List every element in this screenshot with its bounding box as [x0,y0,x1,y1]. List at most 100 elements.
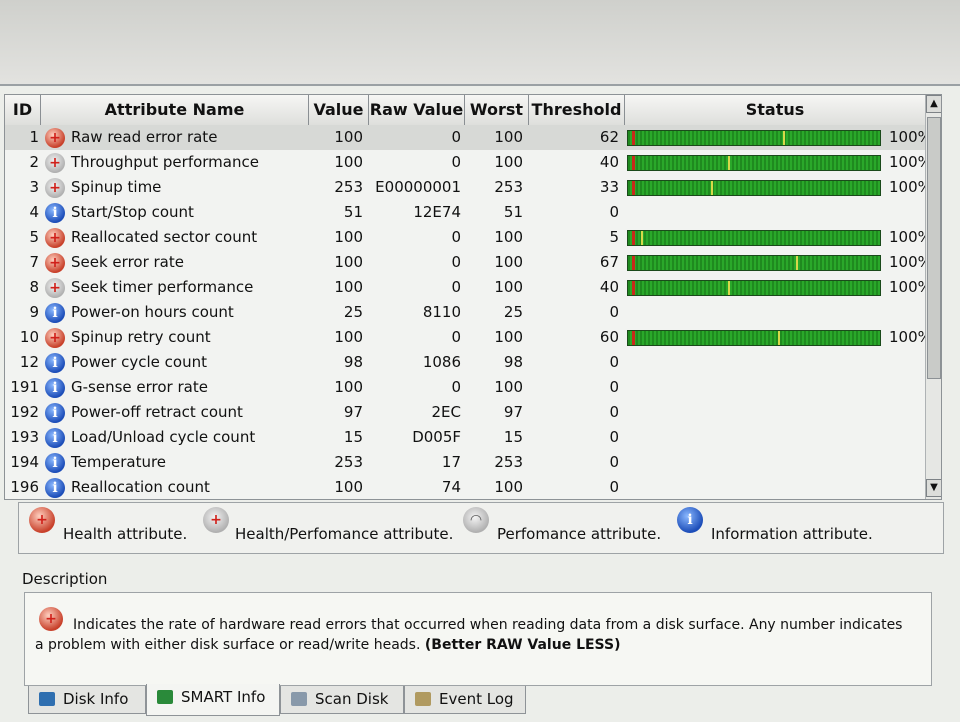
attribute-threshold: 0 [609,403,619,421]
table-row[interactable]: 10 + Spinup retry count 100 0 100 60 100% [5,325,932,350]
attribute-value: 100 [334,253,363,271]
attribute-value: 100 [334,128,363,146]
table-row[interactable]: 3 + Spinup time 253 E00000001 253 33 100% [5,175,932,200]
status-bar-threshold-mark [728,156,730,170]
tab-event-log[interactable]: Event Log [404,686,526,714]
information-icon: i [677,507,703,533]
attribute-raw-value: 1086 [422,353,461,371]
legend-information-label: Information attribute. [711,525,873,543]
health-icon: + [45,128,65,148]
col-name-header[interactable]: Attribute Name [41,95,309,125]
table-row[interactable]: 1 + Raw read error rate 100 0 100 62 100% [5,125,932,150]
table-row[interactable]: 2 + Throughput performance 100 0 100 40 100% [5,150,932,175]
information-icon: i [45,203,65,223]
attribute-name: Power cycle count [71,353,207,371]
background-top [0,0,960,86]
attribute-value: 253 [334,178,363,196]
table-row[interactable]: 193 i Load/Unload cycle count 15 D005F 15 0 [5,425,927,450]
attribute-raw-value: 0 [451,153,461,171]
status-bar [627,330,881,346]
health-performance-icon: + [45,178,65,198]
scroll-thumb[interactable] [927,117,941,379]
attribute-value: 100 [334,153,363,171]
attribute-name: Temperature [71,453,167,471]
tab-smart-info-label: SMART Info [181,688,266,706]
tab-disk-info[interactable]: Disk Info [28,686,146,714]
status-bar-threshold-mark [711,181,713,195]
tab-event-log-label: Event Log [439,690,514,708]
scroll-down-button[interactable]: ▼ [926,479,941,497]
col-status-header[interactable]: Status [625,95,925,125]
tab-scan-disk[interactable]: Scan Disk [280,686,404,714]
status-bar-threshold-mark [728,281,730,295]
information-icon: i [45,478,65,498]
attribute-worst: 97 [503,403,523,421]
vertical-scrollbar[interactable]: ▲ ▼ [925,95,941,499]
attribute-value: 253 [334,453,363,471]
attribute-threshold: 60 [599,328,619,346]
bottom-tabs: Disk Info SMART Info Scan Disk Event Log [28,684,548,718]
tab-disk-info-label: Disk Info [63,690,129,708]
col-id-header[interactable]: ID [5,95,41,125]
attribute-threshold: 0 [609,453,619,471]
description-label: Description [22,570,108,588]
col-worst-header[interactable]: Worst [465,95,529,125]
tab-smart-info[interactable]: SMART Info [146,684,280,716]
attribute-id: 193 [10,428,39,446]
table-row[interactable]: 196 i Reallocation count 100 74 100 0 [5,475,927,499]
status-bar [627,230,881,246]
col-value-header[interactable]: Value [309,95,369,125]
information-icon: i [45,428,65,448]
table-row[interactable]: 191 i G-sense error rate 100 0 100 0 [5,375,927,400]
information-icon: i [45,403,65,423]
table-row[interactable]: 7 + Seek error rate 100 0 100 67 100% [5,250,932,275]
table-row[interactable]: 9 i Power-on hours count 25 8110 25 0 [5,300,927,325]
attribute-worst: 98 [503,353,523,371]
table-row[interactable]: 12 i Power cycle count 98 1086 98 0 [5,350,927,375]
attribute-worst: 51 [503,203,523,221]
table-row[interactable]: 194 i Temperature 253 17 253 0 [5,450,927,475]
smart-window: ID Attribute Name Value Raw Value Worst … [0,84,960,722]
legend-health-label: Health attribute. [63,525,188,543]
attribute-id: 10 [19,328,39,346]
attribute-value: 15 [343,428,363,446]
attribute-name: Reallocated sector count [71,228,258,246]
table-row[interactable]: 4 i Start/Stop count 51 12E74 51 0 [5,200,927,225]
table-row[interactable]: 5 + Reallocated sector count 100 0 100 5 100% [5,225,932,250]
attribute-worst: 100 [494,378,523,396]
status-bar-threshold-mark [783,131,785,145]
col-threshold-header[interactable]: Threshold [529,95,625,125]
attribute-id: 7 [29,253,39,271]
attribute-worst: 100 [494,328,523,346]
attribute-value: 100 [334,378,363,396]
status-bar-start-mark [632,281,635,295]
attribute-worst: 100 [494,153,523,171]
description-box: + Indicates the rate of hardware read er… [24,592,932,686]
attribute-raw-value: 0 [451,278,461,296]
table-row[interactable]: 8 + Seek timer performance 100 0 100 40 100% [5,275,932,300]
attribute-name: Spinup time [71,178,162,196]
attribute-id: 1 [29,128,39,146]
attribute-worst: 100 [494,253,523,271]
scroll-up-button[interactable]: ▲ [926,95,941,113]
attribute-value: 100 [334,478,363,496]
tab-scan-disk-label: Scan Disk [315,690,389,708]
attribute-threshold: 0 [609,353,619,371]
table-row[interactable]: 192 i Power-off retract count 97 2EC 97 0 [5,400,927,425]
attribute-threshold: 5 [609,228,619,246]
attribute-raw-value: 2EC [431,403,462,421]
status-bar [627,280,881,296]
description-text: Indicates the rate of hardware read erro… [35,615,915,655]
attribute-value: 51 [343,203,363,221]
health-performance-icon: + [45,278,65,298]
attribute-value: 98 [343,353,363,371]
attribute-raw-value: 17 [441,453,461,471]
status-bar-start-mark [632,156,635,170]
status-bar [627,130,881,146]
description-hint: (Better RAW Value LESS) [424,637,621,653]
smart-attributes-table: ID Attribute Name Value Raw Value Worst … [4,94,942,500]
status-bar-start-mark [632,231,635,245]
attribute-value: 97 [343,403,363,421]
col-raw-header[interactable]: Raw Value [369,95,465,125]
attribute-name: Seek error rate [71,253,184,271]
